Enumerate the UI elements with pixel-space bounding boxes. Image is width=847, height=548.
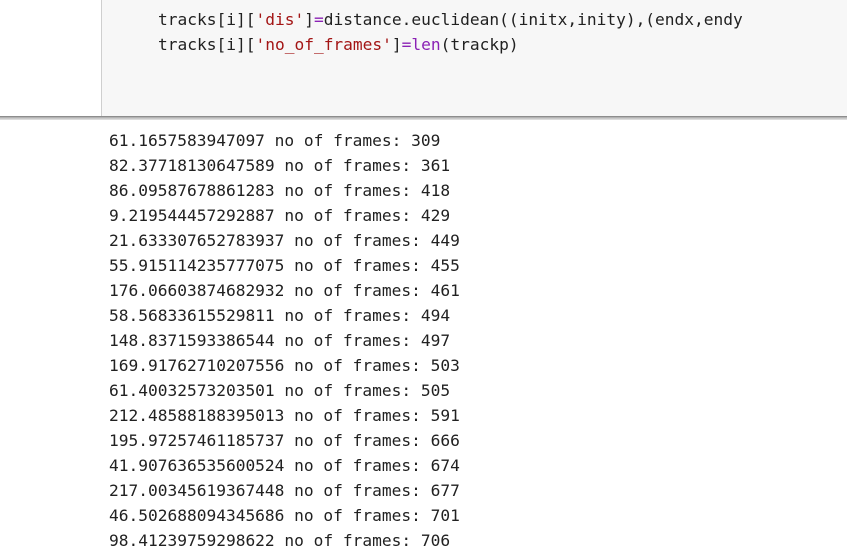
output-line: 212.48588188395013 no of frames: 591 xyxy=(109,406,460,425)
code-token: len xyxy=(411,35,441,54)
output-line: 61.40032573203501 no of frames: 505 xyxy=(109,381,451,400)
output-line: 148.8371593386544 no of frames: 497 xyxy=(109,331,451,350)
code-token: tracks[i][ xyxy=(158,10,256,29)
output-line: 195.97257461185737 no of frames: 666 xyxy=(109,431,460,450)
code-token: 'dis' xyxy=(255,10,305,29)
output-line: 61.1657583947097 no of frames: 309 xyxy=(109,131,441,150)
code-token: distance.euclidean((initx,inity),(endx,e… xyxy=(323,10,743,29)
cell-output-area: 61.1657583947097 no of frames: 309 82.37… xyxy=(0,120,847,548)
output-line: 82.37718130647589 no of frames: 361 xyxy=(109,156,451,175)
code-line: tracks[i]['no_of_frames']=len(trackp) xyxy=(158,32,519,57)
output-line: 86.09587678861283 no of frames: 418 xyxy=(109,181,451,200)
code-token: = xyxy=(313,10,324,29)
code-cell-input[interactable]: tracks[i]['dis']=distance.euclidean((ini… xyxy=(101,0,847,116)
output-line: 217.00345619367448 no of frames: 677 xyxy=(109,481,460,500)
output-line: 21.633307652783937 no of frames: 449 xyxy=(109,231,460,250)
output-line: 58.56833615529811 no of frames: 494 xyxy=(109,306,451,325)
code-token: ] xyxy=(304,10,314,29)
code-token: = xyxy=(401,35,412,54)
code-token: tracks[i][ xyxy=(158,35,256,54)
output-line: 9.219544457292887 no of frames: 429 xyxy=(109,206,451,225)
output-line: 98.41239759298622 no of frames: 706 xyxy=(109,531,451,548)
code-token: 'no_of_frames' xyxy=(255,35,392,54)
output-line: 46.502688094345686 no of frames: 701 xyxy=(109,506,460,525)
code-token: ] xyxy=(391,35,402,54)
code-token: (trackp) xyxy=(440,35,519,54)
output-line: 176.06603874682932 no of frames: 461 xyxy=(109,281,460,300)
output-line: 41.907636535600524 no of frames: 674 xyxy=(109,456,460,475)
output-line: 55.915114235777075 no of frames: 455 xyxy=(109,256,460,275)
output-line: 169.91762710207556 no of frames: 503 xyxy=(109,356,460,375)
code-line: tracks[i]['dis']=distance.euclidean((ini… xyxy=(158,7,743,32)
